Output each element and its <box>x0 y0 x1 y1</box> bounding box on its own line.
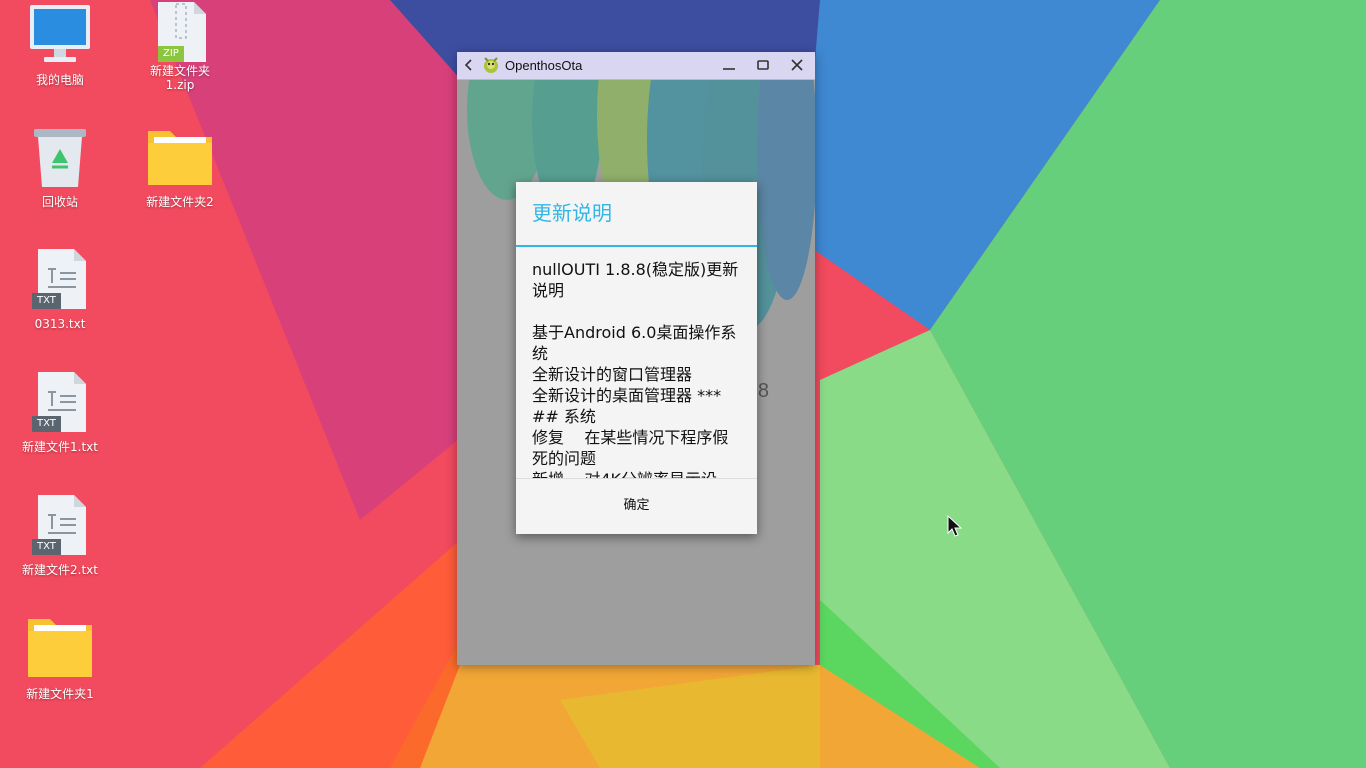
dialog-title: 更新说明 <box>516 182 757 247</box>
minimize-icon <box>723 56 735 75</box>
version-number-fragment: 8 <box>757 380 769 402</box>
back-button[interactable] <box>457 52 481 79</box>
desktop-icon-label: 新建文件夹1 <box>26 687 94 701</box>
txt-badge: TXT <box>32 416 61 432</box>
zip-file-icon: ZIP <box>148 0 212 64</box>
close-icon <box>791 56 803 75</box>
desktop-icon-txt-1[interactable]: TXT 新建文件1.txt <box>5 370 115 454</box>
desktop-icon-folder-2[interactable]: 新建文件夹2 <box>125 125 235 209</box>
desktop-icon-label: 新建文件2.txt <box>22 563 98 577</box>
text-file-icon: TXT <box>28 247 92 311</box>
desktop-icon-recycle-bin[interactable]: 回收站 <box>5 125 115 209</box>
minimize-button[interactable] <box>717 52 741 79</box>
confirm-button[interactable]: 确定 <box>516 479 757 533</box>
desktop-icon-label: 回收站 <box>41 195 78 209</box>
dialog-message[interactable]: nullOUTI 1.8.8(稳定版)更新说明 基于Android 6.0桌面操… <box>516 247 757 479</box>
window-title: OpenthosOta <box>505 58 583 73</box>
folder-icon <box>28 617 92 681</box>
desktop-icon-txt-0313[interactable]: TXT 0313.txt <box>5 247 115 331</box>
maximize-icon <box>757 56 769 75</box>
txt-badge: TXT <box>32 293 61 309</box>
txt-badge: TXT <box>32 539 61 555</box>
maximize-button[interactable] <box>751 52 775 79</box>
desktop-icon-txt-2[interactable]: TXT 新建文件2.txt <box>5 493 115 577</box>
desktop-icon-label: 新建文件1.txt <box>22 440 98 454</box>
text-file-icon: TXT <box>28 370 92 434</box>
back-arrow-icon <box>464 56 474 75</box>
close-button[interactable] <box>785 52 809 79</box>
desktop-icon-zip-file[interactable]: ZIP 新建文件夹 1.zip <box>125 0 235 92</box>
desktop-icon-label: 新建文件夹 1.zip <box>149 64 210 92</box>
update-notes-dialog: 更新说明 nullOUTI 1.8.8(稳定版)更新说明 基于Android 6… <box>516 182 757 534</box>
app-logo-icon <box>481 54 501 78</box>
desktop-icon-label: 新建文件夹2 <box>146 195 214 209</box>
desktop-icon-label: 0313.txt <box>34 317 86 331</box>
folder-icon <box>148 125 212 189</box>
desktop-icon-my-computer[interactable]: 我的电脑 <box>5 3 115 87</box>
window-titlebar[interactable]: OpenthosOta <box>457 52 815 80</box>
desktop-icon-label: 我的电脑 <box>35 73 84 87</box>
zip-badge: ZIP <box>158 46 184 62</box>
recycle-bin-icon <box>28 125 92 189</box>
desktop-icon-folder-1[interactable]: 新建文件夹1 <box>5 617 115 701</box>
mouse-cursor-icon <box>947 515 963 537</box>
text-file-icon: TXT <box>28 493 92 557</box>
computer-icon <box>28 3 92 67</box>
